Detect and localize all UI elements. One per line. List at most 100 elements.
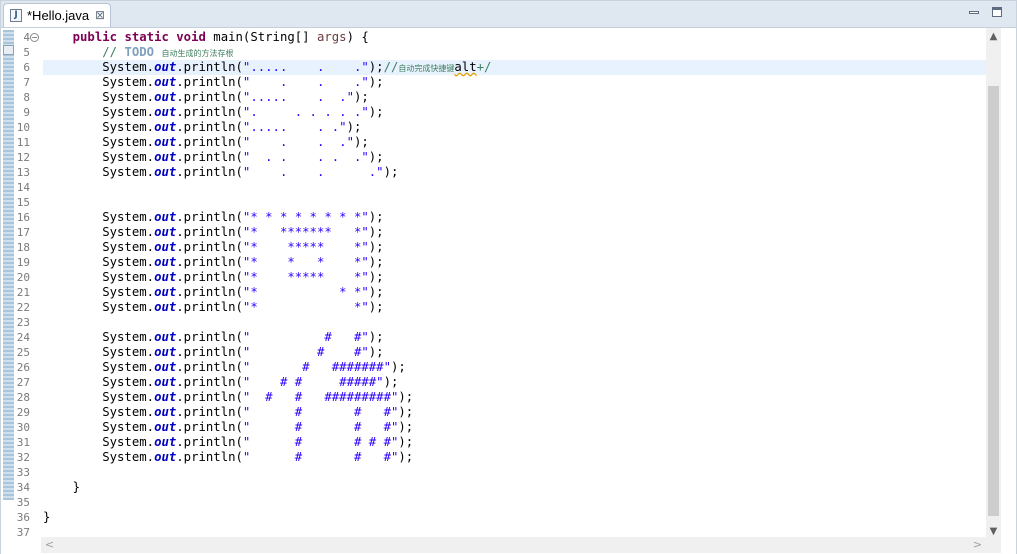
- code-token: " # # #########": [242, 390, 399, 404]
- line-number: 9: [23, 106, 30, 119]
- maximize-icon[interactable]: [991, 7, 1004, 18]
- line-number: 7: [23, 76, 30, 89]
- code-token: .println(: [176, 360, 243, 374]
- line-number: 26: [16, 361, 30, 374]
- code-line[interactable]: System.out.println("* *");: [43, 300, 986, 315]
- code-token: System.: [43, 435, 155, 449]
- code-token: System.: [43, 300, 155, 314]
- code-token: .println(: [176, 150, 243, 164]
- code-line[interactable]: System.out.println(" . . .");: [43, 135, 986, 150]
- code-line[interactable]: System.out.println("..... . .");: [43, 120, 986, 135]
- code-line[interactable]: System.out.println(" # # #####");: [43, 375, 986, 390]
- code-token: .println(: [176, 120, 243, 134]
- code-token: );: [368, 285, 384, 299]
- code-token: System.: [43, 405, 155, 419]
- code-token: );: [368, 255, 384, 269]
- task-marker-icon[interactable]: [3, 45, 14, 55]
- line-number: 13: [16, 166, 30, 179]
- code-line[interactable]: System.out.println("* * * * * * * *");: [43, 210, 986, 225]
- code-line[interactable]: [43, 195, 986, 210]
- scroll-right-button[interactable]: >: [969, 537, 986, 553]
- code-token: " # # #": [242, 450, 399, 464]
- code-token: "* * *": [242, 285, 369, 299]
- line-number: 30: [16, 421, 30, 434]
- line-number: 23: [16, 316, 30, 329]
- horizontal-scrollbar[interactable]: < >: [41, 537, 986, 553]
- code-token: );: [398, 390, 414, 404]
- code-line[interactable]: System.out.println(" # # #########");: [43, 390, 986, 405]
- code-line[interactable]: System.out.println(" # #");: [43, 345, 986, 360]
- code-token: System.: [43, 255, 155, 269]
- vertical-scroll-thumb[interactable]: [988, 86, 999, 516]
- code-token: ". . . . . .": [242, 105, 369, 119]
- fold-collapse-icon[interactable]: −: [30, 33, 39, 42]
- code-token: }: [43, 510, 51, 524]
- code-token: static: [124, 30, 169, 44]
- scroll-up-button[interactable]: ▲: [986, 28, 1001, 45]
- code-line[interactable]: System.out.println(". . . . . .");: [43, 105, 986, 120]
- line-number: 33: [16, 466, 30, 479]
- code-token: main(String[]: [205, 30, 317, 44]
- code-line[interactable]: public static void main(String[] args) {: [43, 30, 986, 45]
- code-line[interactable]: [43, 465, 986, 480]
- line-number: 6: [23, 61, 30, 74]
- code-line[interactable]: System.out.println("..... . .");//自动完成快捷…: [43, 60, 986, 75]
- code-token: System.: [43, 90, 155, 104]
- code-area[interactable]: public static void main(String[] args) {…: [43, 28, 986, 540]
- code-line[interactable]: [43, 180, 986, 195]
- code-line[interactable]: System.out.println(" # # #");: [43, 450, 986, 465]
- code-line[interactable]: }: [43, 480, 986, 495]
- code-line[interactable]: System.out.println("* ***** *");: [43, 240, 986, 255]
- code-token: System.: [43, 240, 155, 254]
- code-line[interactable]: System.out.println("..... . .");: [43, 90, 986, 105]
- line-number: 16: [16, 211, 30, 224]
- code-line[interactable]: System.out.println("* ******* *");: [43, 225, 986, 240]
- code-token: .println(: [176, 420, 243, 434]
- code-token: " # # #": [242, 405, 399, 419]
- code-token: out: [154, 135, 177, 149]
- code-token: .println(: [176, 270, 243, 284]
- code-token: "..... . .": [242, 60, 369, 74]
- code-line[interactable]: System.out.println("* ***** *");: [43, 270, 986, 285]
- code-line[interactable]: // TODO 自动生成的方法存根: [43, 45, 986, 60]
- minimize-icon[interactable]: [968, 7, 981, 18]
- ruler-band: [3, 30, 14, 500]
- code-token: .println(: [176, 345, 243, 359]
- code-line[interactable]: }: [43, 510, 986, 525]
- code-line[interactable]: System.out.println(" . . . . .");: [43, 150, 986, 165]
- code-token: .println(: [176, 75, 243, 89]
- code-token: .println(: [176, 60, 243, 74]
- tab-hello-java[interactable]: J *Hello.java ⊠: [3, 3, 111, 27]
- code-token: "* *": [242, 300, 369, 314]
- code-token: "..... . .": [242, 90, 354, 104]
- code-editor[interactable]: 4−5 6 7 8 9 10 11 12 13 14 15 16 17 18 19 20 21 22 23 24 25 2…: [1, 28, 1016, 554]
- line-number: 28: [16, 391, 30, 404]
- code-token: System.: [43, 165, 155, 179]
- code-token: );: [353, 135, 369, 149]
- code-token: out: [154, 450, 177, 464]
- code-token: System.: [43, 120, 155, 134]
- line-number: 29: [16, 406, 30, 419]
- code-line[interactable]: [43, 315, 986, 330]
- scroll-left-button[interactable]: <: [41, 537, 58, 553]
- code-line[interactable]: System.out.println(" . . .");: [43, 75, 986, 90]
- code-line[interactable]: [43, 495, 986, 510]
- code-token: " # #######": [242, 360, 391, 374]
- line-number: 19: [16, 256, 30, 269]
- code-token: "* * * *": [242, 255, 369, 269]
- line-number: 36: [16, 511, 30, 524]
- code-line[interactable]: System.out.println(" . . .");: [43, 165, 986, 180]
- code-token: out: [154, 105, 177, 119]
- code-line[interactable]: System.out.println(" # #");: [43, 330, 986, 345]
- close-icon[interactable]: ⊠: [95, 8, 105, 22]
- code-token: out: [154, 210, 177, 224]
- code-token: );: [368, 60, 384, 74]
- vertical-scrollbar[interactable]: ▲ ▼: [986, 28, 1001, 540]
- code-line[interactable]: System.out.println(" # # # #");: [43, 435, 986, 450]
- code-line[interactable]: System.out.println(" # # #");: [43, 420, 986, 435]
- code-line[interactable]: System.out.println("* * *");: [43, 285, 986, 300]
- code-line[interactable]: System.out.println(" # # #");: [43, 405, 986, 420]
- code-line[interactable]: System.out.println("* * * *");: [43, 255, 986, 270]
- code-line[interactable]: System.out.println(" # #######");: [43, 360, 986, 375]
- code-token: public: [72, 30, 118, 44]
